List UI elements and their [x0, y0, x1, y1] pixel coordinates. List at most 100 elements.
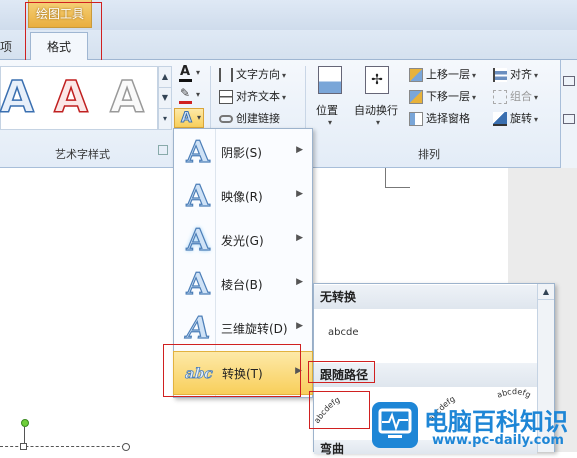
align-text-button[interactable]: 对齐文本 ▾: [219, 88, 286, 104]
chevron-down-icon: ▾: [282, 93, 287, 102]
submenu-arrow-icon: ▶: [296, 321, 303, 331]
pen-icon: ✎: [180, 86, 191, 100]
glow-effect-icon: A: [186, 222, 210, 258]
chevron-down-icon: ▾: [472, 71, 477, 80]
tab-previous[interactable]: 项: [0, 38, 12, 55]
gallery-scroll[interactable]: ▲ ▼ ▾: [158, 66, 172, 130]
menu-item-bevel[interactable]: A 棱台(B) ▶: [173, 263, 313, 307]
menu-item-label: 发光(G): [221, 234, 264, 248]
create-link-label: 创建链接: [236, 112, 280, 125]
send-backward-label: 下移一层: [426, 90, 470, 103]
group-label: 组合: [510, 90, 532, 103]
bring-forward-icon: [409, 68, 423, 82]
gallery-down-icon[interactable]: ▼: [159, 88, 171, 109]
resize-handle[interactable]: [122, 443, 130, 451]
text-fill-button[interactable]: A ▾: [176, 64, 202, 84]
text-direction-button[interactable]: 文字方向 ▾: [219, 66, 286, 82]
chevron-down-icon: ▾: [534, 115, 539, 124]
link-icon: [219, 115, 233, 123]
group-icon: [493, 90, 507, 104]
chevron-down-icon: ▾: [534, 93, 539, 102]
wordart-style-gray[interactable]: A: [109, 68, 145, 128]
scroll-up-icon[interactable]: ▲: [538, 284, 554, 300]
3d-rotation-effect-icon: A: [183, 310, 214, 346]
rotation-handle[interactable]: [21, 419, 29, 427]
watermark: 电脑百科知识 www.pc-daily.com: [372, 400, 577, 452]
resize-handle[interactable]: [20, 443, 27, 450]
arrange-group-label: 排列: [418, 148, 440, 161]
chevron-down-icon: ▾: [196, 90, 201, 99]
margin-mark: [385, 168, 386, 187]
size-icon-2[interactable]: [563, 114, 575, 124]
menu-item-label: 阴影(S): [221, 146, 262, 160]
wordart-style-red[interactable]: A: [53, 68, 89, 128]
text-effects-icon: A: [181, 110, 193, 127]
selection-pane-label: 选择窗格: [426, 112, 470, 125]
menu-item-label: 棱台(B): [221, 278, 263, 292]
chevron-down-icon: ▾: [472, 93, 477, 102]
align-text-label: 对齐文本: [236, 90, 280, 103]
send-backward-button[interactable]: 下移一层 ▾: [409, 88, 476, 104]
dialog-launcher-icon[interactable]: [158, 145, 168, 155]
menu-item-reflection[interactable]: A 映像(R) ▶: [173, 175, 313, 219]
chevron-down-icon: ▾: [282, 71, 287, 80]
submenu-arrow-icon: ▶: [296, 189, 303, 199]
size-icon[interactable]: [563, 76, 575, 86]
wordart-style-blue[interactable]: A: [0, 68, 35, 128]
auto-wrap-button[interactable]: ✢ 自动换行 ▾: [352, 64, 404, 130]
auto-wrap-label: 自动换行: [354, 104, 398, 117]
fill-color-bar: [179, 79, 192, 82]
chevron-down-icon: ▾: [196, 68, 201, 77]
chevron-down-icon: ▾: [534, 71, 539, 80]
svg-text:abcdefg: abcdefg: [496, 388, 533, 400]
watermark-title: 电脑百科知识: [424, 408, 568, 436]
selection-pane-icon: [409, 112, 423, 126]
no-transform-header: 无转换: [314, 285, 537, 309]
arch-button-option[interactable]: abcdefg: [496, 388, 533, 400]
shadow-effect-icon: A: [186, 134, 210, 170]
text-direction-label: 文字方向: [236, 68, 280, 81]
position-label: 位置: [316, 104, 338, 117]
no-transform-option[interactable]: abcde: [328, 327, 358, 338]
menu-item-glow[interactable]: A 发光(G) ▶: [173, 219, 313, 263]
align-label: 对齐: [510, 68, 532, 81]
text-outline-button[interactable]: ✎ ▾: [176, 86, 202, 106]
chevron-down-icon: ▾: [197, 113, 202, 122]
align-icon: [493, 68, 507, 82]
position-button[interactable]: 位置 ▾: [312, 64, 350, 130]
wordart-styles-group-label: 艺术字样式: [55, 148, 110, 161]
submenu-arrow-icon: ▶: [296, 277, 303, 287]
gallery-up-icon[interactable]: ▲: [159, 67, 171, 88]
align-text-icon: [219, 90, 233, 104]
chevron-down-icon: ▾: [328, 118, 333, 127]
rotation-handle-line: [24, 427, 25, 443]
menu-item-label: 映像(R): [221, 190, 263, 204]
selection-pane-button[interactable]: 选择窗格: [409, 110, 470, 126]
reflection-effect-icon: A: [186, 178, 210, 214]
highlight-box-transform: [163, 344, 301, 397]
submenu-arrow-icon: ▶: [296, 145, 303, 155]
bring-forward-button[interactable]: 上移一层 ▾: [409, 66, 476, 82]
bevel-effect-icon: A: [186, 266, 210, 302]
text-direction-icon: [219, 68, 233, 82]
align-button[interactable]: 对齐 ▾: [493, 66, 538, 82]
text-fill-icon: A: [180, 64, 191, 79]
rotate-label: 旋转: [510, 112, 532, 125]
outline-color-bar: [179, 101, 192, 104]
create-link-button[interactable]: 创建链接: [219, 110, 280, 126]
menu-item-shadow[interactable]: A 阴影(S) ▶: [173, 131, 313, 175]
highlight-box-arch-option: [309, 391, 370, 429]
margin-mark: [385, 187, 410, 188]
watermark-url: www.pc-daily.com: [432, 433, 564, 448]
group-button[interactable]: 组合 ▾: [493, 88, 538, 104]
rotate-icon: [493, 112, 507, 126]
rotate-button[interactable]: 旋转 ▾: [493, 110, 538, 126]
bring-forward-label: 上移一层: [426, 68, 470, 81]
submenu-arrow-icon: ▶: [296, 233, 303, 243]
highlight-box-follow-path: [308, 361, 375, 383]
position-icon: [318, 66, 342, 94]
send-backward-icon: [409, 90, 423, 104]
gallery-more-icon[interactable]: ▾: [159, 109, 171, 130]
text-effects-button[interactable]: A ▾: [174, 108, 204, 128]
menu-item-label: 三维旋转(D): [221, 322, 288, 336]
